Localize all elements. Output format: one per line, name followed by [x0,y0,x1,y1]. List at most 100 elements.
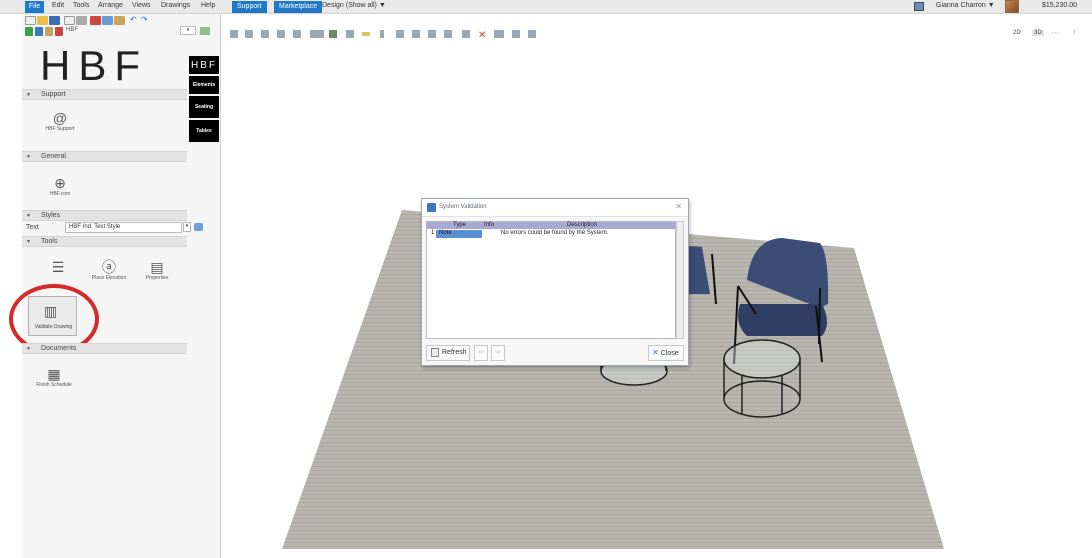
save-icon[interactable] [49,16,60,25]
library-add-icon[interactable] [25,27,33,36]
chevron-down-icon[interactable]: ▾ [183,222,191,232]
section-documents[interactable]: ▼ Documents [22,343,187,354]
close-button[interactable]: ✕ Close [648,345,684,361]
column-description[interactable]: Description [567,222,597,229]
column-type[interactable]: Type [453,222,466,229]
close-icon: ✕ [652,348,659,357]
row-description: No errors could be found by the System. [501,230,609,236]
section-title: Styles [41,212,61,219]
globe-icon: ⊕ [54,175,66,191]
tab-elements[interactable]: Elements [189,76,219,94]
hbf-logo: HBF [40,42,148,89]
undo-icon[interactable]: ↶ [130,15,137,24]
hbf-com-tool[interactable]: ⊕ HBF.com [38,175,82,198]
design-label: Design (Show all) [322,2,377,9]
tool-label: Finish Schedule [36,382,72,388]
table-row[interactable]: 1 Note No errors could be found by the S… [427,230,675,238]
collapse-icon: ▼ [26,213,31,219]
tool-label: HBF Support [45,126,75,132]
chevron-down-icon: ▼ [378,2,386,9]
row-type: Note [439,230,452,236]
style-label: Text [26,224,39,231]
style-row: Text HBF Ind. Text Style ▾ [22,222,203,234]
design-dropdown[interactable]: Design (Show all) ▼ [322,2,386,9]
menu-bar: File Edit Tools Arrange Views Drawings H… [0,0,1092,14]
previous-button[interactable]: ⇦ [474,345,488,361]
copy-icon[interactable] [102,16,113,25]
quick-toolbar: ↶ ↷ [22,15,221,25]
left-panel: ↶ ↷ HBF ▾ HBF HBF Elements Seating Table… [9,14,221,558]
tab-seating[interactable]: Seating [189,96,219,118]
list-tool[interactable]: ☰ [36,259,80,275]
redo-icon[interactable]: ↷ [141,15,148,24]
support-button[interactable]: Support [232,1,267,13]
vertical-scrollbar[interactable] [676,221,684,339]
finish-schedule-tool[interactable]: ▦ Finish Schedule [32,366,76,389]
section-styles[interactable]: ▼ Styles [22,210,187,221]
avatar[interactable] [1005,0,1019,13]
grid-header: Type Info Description [427,222,675,229]
section-tools[interactable]: ▼ Tools [22,236,187,247]
preview-icon[interactable] [64,16,75,25]
menu-tools[interactable]: Tools [73,2,89,9]
next-button[interactable]: ⇨ [491,345,505,361]
cut-icon[interactable] [90,16,101,25]
at-icon: @ [52,110,68,126]
monitor-icon[interactable] [914,2,924,11]
arrow-left-icon: ⇦ [478,349,484,356]
dialog-footer: Refresh ⇦ ⇨ ✕ Close [422,342,688,365]
section-title: Support [41,91,66,98]
chevron-down-icon: ▼ [987,2,995,9]
text-style-value: HBF Ind. Text Style [69,224,121,230]
refresh-button[interactable]: Refresh [426,345,470,361]
tool-label: Properties [145,275,169,281]
library-toolbar: HBF ▾ [22,26,221,36]
menu-file[interactable]: File [25,1,44,13]
menu-arrange[interactable]: Arrange [98,2,123,9]
text-style-select[interactable]: HBF Ind. Text Style [65,222,182,233]
hbf-support-tool[interactable]: @ HBF Support [38,110,82,133]
tool-label: Place Elevation [91,275,127,281]
row-number: 1 [431,230,435,236]
tab-tables[interactable]: Tables [189,120,219,142]
place-elevation-tool[interactable]: ⓐ Place Elevation [87,259,131,282]
dialog-titlebar[interactable]: System Validation ✕ [422,199,688,217]
menu-edit[interactable]: Edit [52,2,64,9]
user-menu[interactable]: Gianna Charron ▼ [936,2,995,9]
properties-icon: ▤ [150,259,164,275]
menu-help[interactable]: Help [201,2,215,9]
close-icon[interactable]: ✕ [675,202,682,211]
library-folder-icon[interactable] [45,27,53,36]
section-title: Documents [41,345,77,352]
paste-icon[interactable] [114,16,125,25]
menu-drawings[interactable]: Drawings [161,2,190,9]
properties-tool[interactable]: ▤ Properties [135,259,179,282]
print-icon[interactable] [76,16,87,25]
section-general[interactable]: ▼ General [22,151,187,162]
collapse-icon: ▼ [26,92,31,98]
tab-hbf[interactable]: HBF [189,56,219,74]
design-price: $15,230.00 [1042,2,1078,9]
library-remove-icon[interactable] [55,27,63,36]
elevation-icon: ⓐ [102,259,116,275]
section-title: General [41,153,66,160]
marketplace-button[interactable]: Marketplace [274,1,323,13]
collapse-icon: ▼ [26,154,31,160]
library-name: HBF [66,27,78,33]
section-support[interactable]: ▼ Support [22,89,187,100]
library-edit-icon[interactable] [35,27,43,36]
collapse-icon: ▼ [26,346,31,352]
open-icon[interactable] [37,16,48,25]
edit-style-icon[interactable] [194,223,203,231]
schedule-icon: ▦ [47,366,61,382]
new-icon[interactable] [25,16,36,25]
user-name: Gianna Charron [936,2,986,9]
refresh-icon [431,347,439,357]
dialog-title: System Validation [439,204,487,210]
library-dropdown[interactable]: ▾ [180,26,196,35]
library-refresh-icon[interactable] [200,27,210,35]
app-icon [427,203,436,212]
menu-views[interactable]: Views [132,2,151,9]
column-info[interactable]: Info [484,222,494,229]
category-tabs: HBF Elements Seating Tables [189,56,219,144]
